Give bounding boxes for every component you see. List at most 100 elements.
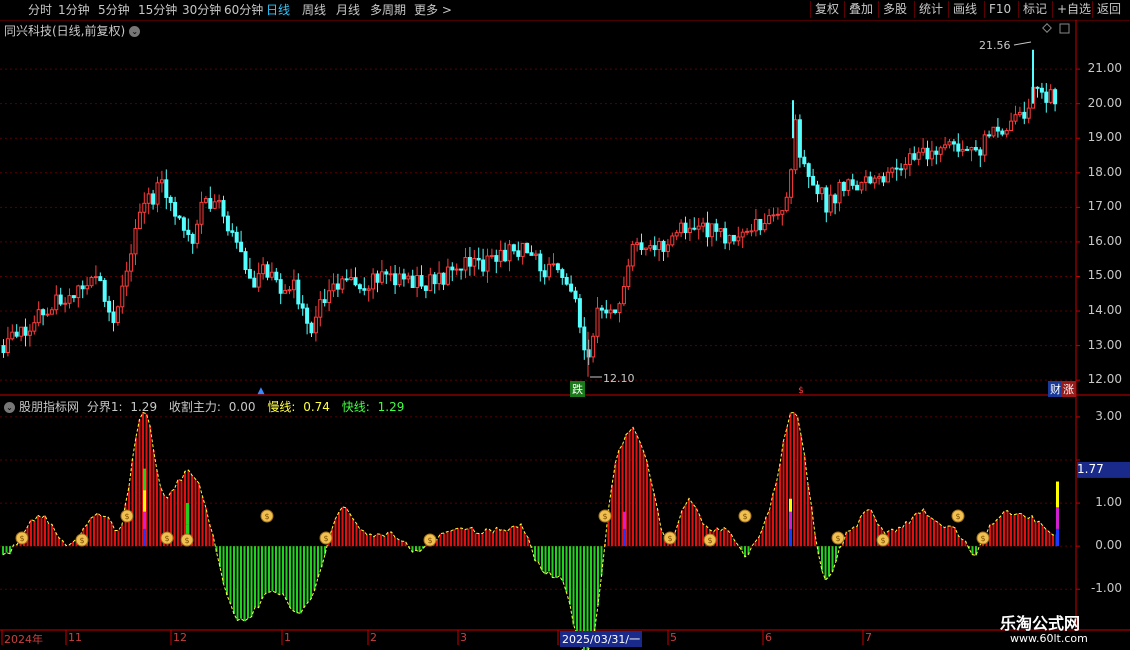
indicator-bar <box>572 546 575 625</box>
indicator-bar <box>366 534 368 547</box>
money-bag-icon-glyph: $ <box>667 534 672 543</box>
money-bag-icon-glyph: $ <box>124 512 129 521</box>
candle-body <box>868 176 873 184</box>
indicator-bar <box>1038 521 1040 547</box>
indicator-bar <box>989 524 991 547</box>
candle-body <box>1035 86 1040 89</box>
indicator-bar <box>149 425 151 547</box>
indicator-bar <box>278 546 281 595</box>
indicator-bar <box>555 546 557 578</box>
indicator-bar <box>831 546 834 572</box>
indicator-bar <box>89 518 92 547</box>
indicator-bar <box>359 529 361 547</box>
ind-axis-label: 3.00 <box>1095 408 1122 423</box>
candle-body <box>54 294 59 311</box>
candle-body <box>1026 107 1031 119</box>
indicator-bar <box>590 546 592 642</box>
candle-body <box>978 149 983 156</box>
candle-body <box>300 303 305 309</box>
candle-body <box>454 268 459 271</box>
candle-body <box>432 274 437 285</box>
candle-body <box>243 251 248 271</box>
tag-die[interactable]: 跌 <box>570 381 585 397</box>
indicator-bar <box>940 525 942 547</box>
candle-body <box>846 179 851 191</box>
indicator-bar <box>541 546 543 571</box>
indicator-bar <box>803 455 806 547</box>
indicator-bar <box>194 479 197 547</box>
candle-body <box>1 345 6 353</box>
indicator-bar <box>264 546 267 594</box>
candle-body <box>969 146 974 151</box>
indicator-bar <box>40 518 43 547</box>
candle-body <box>322 299 327 304</box>
candle-body <box>230 230 235 233</box>
candle-body <box>419 275 424 287</box>
candle-body <box>49 309 54 315</box>
candle-body <box>987 134 992 137</box>
candle-body <box>789 169 794 198</box>
candle-body <box>274 271 279 281</box>
candle-body <box>371 273 376 290</box>
candle-body <box>626 265 631 288</box>
indicator-bar <box>632 427 634 547</box>
candle-body <box>489 255 494 258</box>
candle-body <box>784 196 789 212</box>
indicator-bar <box>691 503 694 547</box>
indicator-bar <box>936 522 939 547</box>
candle-body <box>459 268 464 271</box>
kline-chart[interactable]: $ $ $ $ $ $ $ $ $ $ $ $ $ $ $ $ ▲ $ <box>0 0 1130 650</box>
indicator-bar <box>117 530 120 547</box>
high-price-value: 21.56 <box>979 39 1011 52</box>
candle-body <box>520 242 525 257</box>
candle-body <box>1048 89 1053 103</box>
signal-bar <box>1056 481 1059 508</box>
candle-body <box>542 270 547 278</box>
candle-body <box>982 134 987 156</box>
price-axis-label: 19.00 <box>1087 130 1122 145</box>
tag-zhang[interactable]: 涨 <box>1061 381 1076 397</box>
indicator-bar <box>506 531 508 547</box>
candle-body <box>643 247 648 251</box>
date-axis-label: 7 <box>865 631 872 644</box>
indicator-bar <box>684 504 687 547</box>
candle-body <box>661 240 666 252</box>
candle-body <box>714 223 719 232</box>
candle-body <box>894 167 899 170</box>
candle-body <box>525 242 530 254</box>
candle-body <box>907 153 912 166</box>
indicator-bar <box>478 533 480 547</box>
indicator-bar <box>618 449 620 547</box>
candle-body <box>771 214 776 217</box>
candle-body <box>190 233 195 244</box>
indicator-bar <box>702 523 704 547</box>
candle-body <box>397 273 402 286</box>
candle-body <box>428 274 433 291</box>
candle-body <box>58 294 63 305</box>
candle-body <box>824 187 829 213</box>
indicator-bar <box>355 523 358 547</box>
money-bag-icon-glyph: $ <box>880 536 885 545</box>
candle-body <box>705 222 710 238</box>
candle-body <box>833 194 838 204</box>
indicator-bar <box>376 533 379 547</box>
candle-body <box>621 286 626 305</box>
indicator-bar <box>229 546 232 604</box>
price-axis-label: 18.00 <box>1087 164 1122 179</box>
candle-body <box>41 309 46 316</box>
candle-body <box>14 331 19 337</box>
indicator-bar <box>1052 535 1054 547</box>
candle-body <box>577 298 582 328</box>
indicator-bar <box>947 526 949 547</box>
candle-body <box>93 276 98 279</box>
candle-body <box>485 255 490 272</box>
candle-body <box>573 290 578 300</box>
candle-body <box>925 147 930 160</box>
candle-body <box>885 171 890 183</box>
indicator-bar <box>502 529 505 547</box>
money-bag-icon-glyph: $ <box>955 512 960 521</box>
indicator-bar <box>460 528 463 547</box>
date-axis-label: 2024年 <box>4 633 43 646</box>
candle-body <box>1013 114 1018 122</box>
indicator-bar <box>681 510 683 547</box>
